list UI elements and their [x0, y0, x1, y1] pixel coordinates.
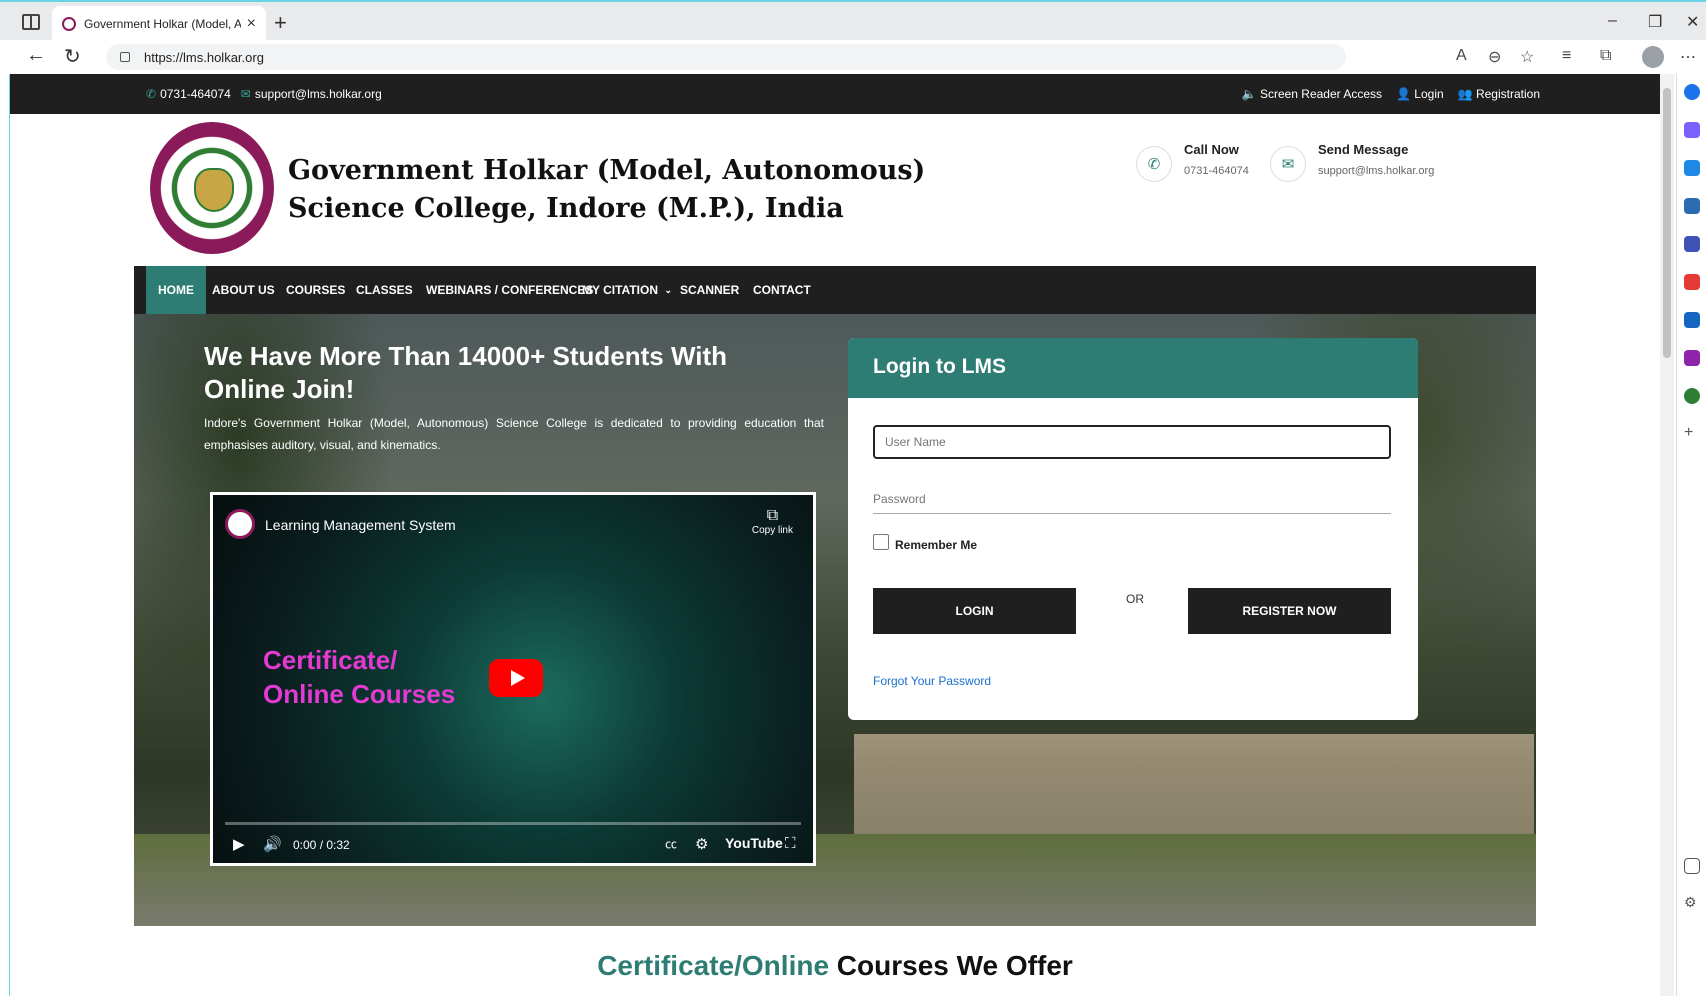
hero-section: We Have More Than 14000+ Students With O…: [134, 314, 1536, 926]
web-page: ✆ 0731-464074 ✉ support@lms.holkar.org 🔈 S…: [10, 74, 1660, 996]
shopping-icon[interactable]: [1684, 160, 1700, 176]
message-value: support@lms.holkar.org: [1318, 165, 1435, 177]
favorites-list-icon[interactable]: ≡: [1562, 47, 1571, 65]
nav-contact[interactable]: CONTACT: [741, 266, 823, 314]
profile-avatar-icon[interactable]: [1642, 46, 1664, 68]
video-progress-bar[interactable]: [225, 822, 801, 825]
url-bar[interactable]: https://lms.holkar.org: [106, 44, 1346, 70]
restore-icon[interactable]: ❐: [1648, 12, 1662, 32]
favicon-icon: [62, 17, 76, 31]
new-tab-icon[interactable]: +: [274, 10, 287, 36]
back-icon[interactable]: ←: [26, 44, 46, 67]
remember-checkbox[interactable]: [873, 534, 889, 550]
header-message[interactable]: ✉ Send Message support@lms.holkar.org: [1270, 142, 1434, 182]
password-input[interactable]: [873, 484, 1391, 514]
nav-scanner[interactable]: SCANNER: [668, 266, 751, 314]
zoom-icon[interactable]: ⊖: [1488, 47, 1501, 67]
top-contact-bar: ✆ 0731-464074 ✉ support@lms.holkar.org 🔈 S…: [10, 74, 1660, 114]
edge-sidebar: + ⚙: [1676, 74, 1706, 996]
copy-icon: ⧉: [766, 507, 779, 524]
video-time: 0:00 / 0:32: [293, 838, 350, 852]
message-title: Send Message: [1318, 142, 1409, 157]
username-input[interactable]: [873, 425, 1391, 459]
call-value: 0731-464074: [1184, 165, 1249, 177]
scroll-thumb[interactable]: [1663, 88, 1671, 358]
college-logo[interactable]: [150, 122, 274, 254]
nav-classes[interactable]: CLASSES: [344, 266, 425, 314]
read-aloud-icon[interactable]: A: [1456, 47, 1467, 65]
forgot-password-link[interactable]: Forgot Your Password: [873, 674, 991, 688]
college-name: Government Holkar (Model, Autonomous) Sc…: [288, 155, 926, 224]
add-icon[interactable]: +: [1684, 424, 1700, 441]
settings-gear-icon[interactable]: ⚙: [695, 835, 708, 853]
copy-link-button[interactable]: ⧉ Copy link: [752, 507, 793, 536]
designer-icon[interactable]: [1684, 350, 1700, 366]
topbar-registration-link[interactable]: 👥 Registration: [1458, 87, 1540, 101]
mail-icon: ✉: [1270, 146, 1306, 182]
video-controls: ▶ 🔊 0:00 / 0:32 ㏄ ⚙ YouTube ⛶: [213, 827, 813, 863]
phone-icon: ✆: [1136, 146, 1172, 182]
hero-bg-building: [854, 734, 1534, 844]
games-icon[interactable]: [1684, 236, 1700, 252]
remember-me[interactable]: Remember Me: [873, 534, 977, 552]
window-edge: [0, 74, 10, 996]
fullscreen-icon[interactable]: ⛶: [785, 835, 796, 852]
video-player[interactable]: Learning Management System ⧉ Copy link C…: [210, 492, 816, 866]
video-overlay-text: Certificate/ Online Courses: [263, 645, 456, 709]
close-tab-icon[interactable]: ×: [247, 15, 256, 33]
screen-reader-link[interactable]: 🔈 Screen Reader Access: [1242, 87, 1382, 101]
settings-gear-icon[interactable]: ⚙: [1684, 894, 1700, 910]
search-icon[interactable]: [1684, 84, 1700, 100]
close-window-icon[interactable]: ✕: [1686, 12, 1699, 32]
tab-title: Government Holkar (Model, Auto: [84, 17, 241, 31]
tree-icon[interactable]: [1684, 388, 1700, 404]
youtube-logo[interactable]: YouTube: [725, 835, 783, 851]
minimize-icon[interactable]: –: [1608, 12, 1617, 30]
mail-icon: ✉: [240, 87, 251, 101]
topbar-email[interactable]: ✉ support@lms.holkar.org: [241, 87, 382, 101]
captions-icon[interactable]: ㏄: [665, 835, 677, 852]
topbar-phone[interactable]: ✆ 0731-464074: [146, 87, 231, 101]
copilot-icon[interactable]: [1684, 122, 1700, 138]
browser-tab[interactable]: Government Holkar (Model, Auto ×: [52, 6, 266, 42]
office-icon[interactable]: [1684, 274, 1700, 290]
more-icon[interactable]: ⋯: [1680, 47, 1696, 67]
login-button[interactable]: LOGIN: [873, 588, 1076, 634]
header-call[interactable]: ✆ Call Now 0731-464074: [1136, 142, 1249, 182]
tab-actions-icon[interactable]: [22, 14, 40, 30]
user-icon: 👤: [1396, 87, 1411, 101]
channel-logo[interactable]: [225, 509, 255, 539]
courses-section-title: Certificate/Online Courses We Offer: [597, 950, 1073, 981]
hero-title: We Have More Than 14000+ Students With O…: [204, 341, 728, 404]
volume-icon[interactable]: 🔊: [263, 835, 282, 853]
youtube-play-button[interactable]: [489, 659, 543, 697]
lock-icon: [120, 52, 130, 62]
page-scrollbar[interactable]: [1660, 74, 1674, 996]
sidebar-layout-icon[interactable]: [1684, 858, 1700, 874]
tools-icon[interactable]: [1684, 198, 1700, 214]
video-title[interactable]: Learning Management System: [265, 517, 456, 533]
nav-home[interactable]: HOME: [146, 266, 206, 314]
hero-description: Indore's Government Holkar (Model, Auton…: [204, 416, 824, 452]
favorite-icon[interactable]: ☆: [1520, 47, 1534, 67]
topbar-login-link[interactable]: 👤 Login: [1396, 87, 1444, 101]
user-add-icon: 👥: [1457, 87, 1473, 101]
login-heading: Login to LMS: [848, 338, 1418, 398]
call-title: Call Now: [1184, 142, 1239, 157]
browser-tabbar: Government Holkar (Model, Auto × + – ❐ ✕: [0, 0, 1706, 42]
nav-my-citation[interactable]: MY CITATION ⌄: [570, 266, 682, 314]
play-icon[interactable]: ▶: [233, 835, 245, 853]
speaker-icon: 🔈: [1241, 87, 1257, 101]
url-text: https://lms.holkar.org: [144, 49, 264, 65]
register-now-button[interactable]: REGISTER NOW: [1188, 588, 1391, 634]
main-nav: HOME ABOUT US COURSES CLASSES WEBINARS /…: [134, 266, 1536, 314]
refresh-icon[interactable]: ↻: [64, 44, 81, 69]
address-toolbar: ← ↻ https://lms.holkar.org A ⊖ ☆ ≡ ⧉ ⋯: [0, 40, 1706, 74]
phone-icon: ✆: [146, 87, 157, 101]
login-panel: Login to LMS Remember Me LOGIN OR REGIST…: [848, 338, 1418, 720]
outlook-icon[interactable]: [1684, 312, 1700, 328]
or-separator: OR: [1126, 592, 1144, 606]
site-header: Government Holkar (Model, Autonomous) Sc…: [134, 114, 1536, 266]
collections-icon[interactable]: ⧉: [1600, 47, 1611, 65]
